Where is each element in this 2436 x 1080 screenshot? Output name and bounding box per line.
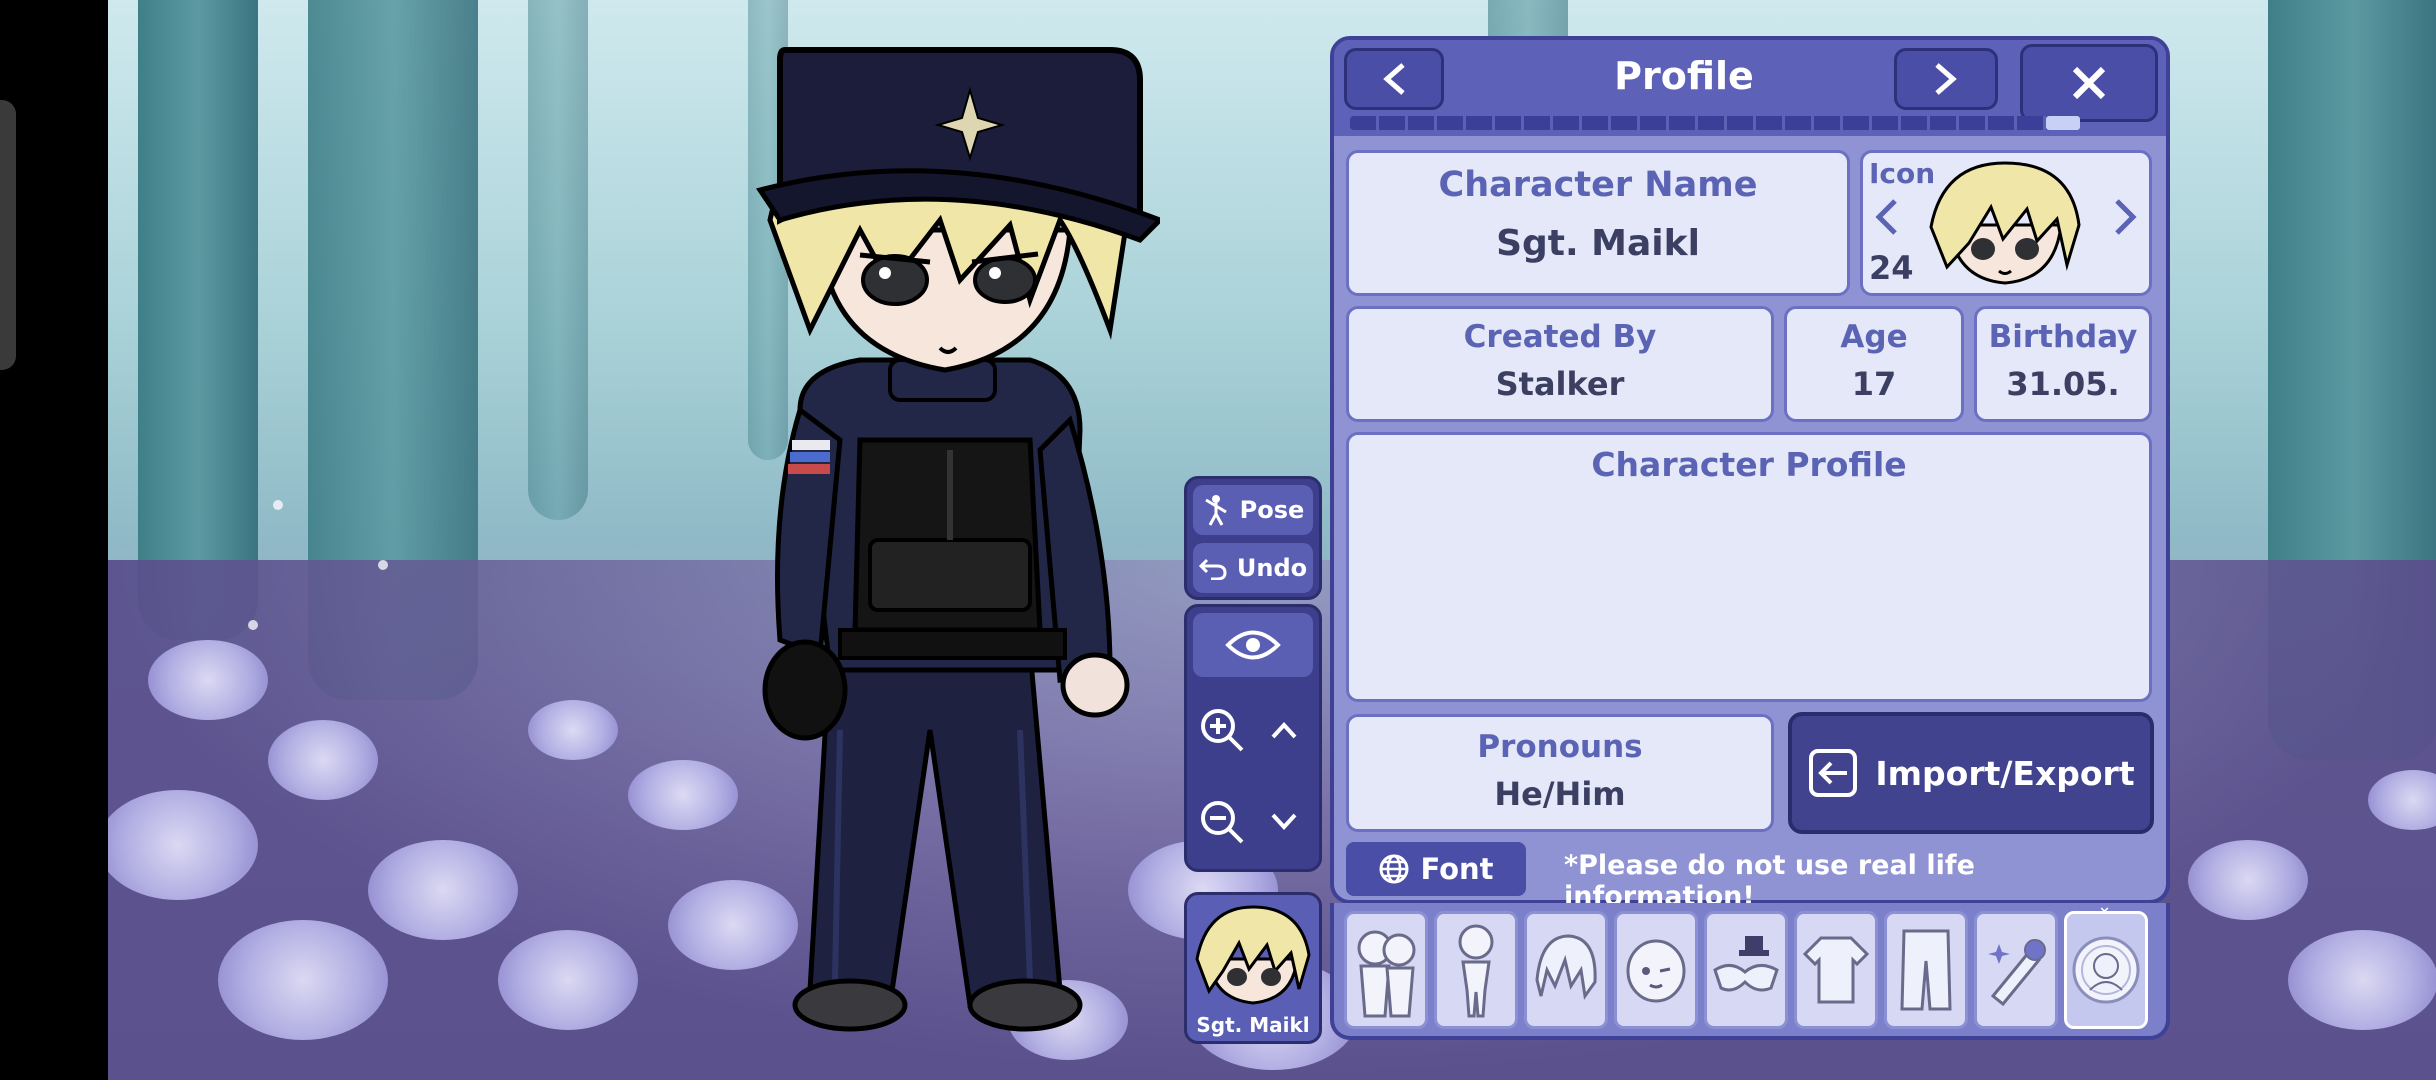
flower [2188,840,2308,920]
page-progress-bar [1350,116,2080,130]
tab-bottoms[interactable] [1884,911,1968,1029]
pronouns-label: Pronouns [1477,729,1643,765]
sparkle [273,500,283,510]
tree-trunk [528,0,588,520]
character-name-field[interactable]: Character Name Sgt. Maikl [1346,150,1850,296]
flower [2288,930,2436,1030]
face-icon [1626,939,1686,1003]
pronouns-value: He/Him [1494,775,1626,813]
profile-icon [2072,936,2140,1004]
globe-icon [1379,854,1409,884]
props-icon [1988,939,2046,1007]
flower [528,700,618,760]
icon-number: 24 [1869,249,1914,287]
created-by-field[interactable]: Created By Stalker [1346,306,1774,422]
icon-prev-button[interactable] [1871,197,1901,241]
sparkle [248,620,258,630]
character-chip-avatar [1195,905,1311,1005]
sparkle [378,560,388,570]
birthday-value: 31.05. [2006,365,2120,403]
birthday-label: Birthday [1988,319,2138,355]
import-export-icon [1809,749,1858,797]
zoom-in-button[interactable] [1193,687,1251,773]
screen-notch [0,100,16,370]
character-icon-avatar [1929,161,2081,285]
chevron-left-icon [1383,63,1405,95]
eye-icon [1225,630,1281,660]
bottom-clothing-icon [1900,929,1952,1011]
chevron-down-icon [1271,813,1297,830]
move-up-button[interactable] [1255,687,1313,773]
chevron-left-icon [1875,199,1897,235]
icon-next-button[interactable] [2111,197,2141,241]
category-tab-bar: ⌄ [1330,896,2170,1040]
tab-accessories[interactable] [1704,911,1788,1029]
undo-button[interactable]: Undo [1193,543,1313,593]
page-progress-indicator [2046,116,2080,130]
tab-characters[interactable] [1344,911,1428,1029]
tab-tops[interactable] [1794,911,1878,1029]
pose-undo-panel: Pose Undo [1184,476,1322,600]
flower [148,640,268,720]
selected-tab-indicator: ⌄ [2097,896,2113,917]
zoom-out-icon [1201,801,1244,844]
tab-hair[interactable] [1524,911,1608,1029]
created-by-label: Created By [1463,319,1657,355]
undo-icon [1198,558,1227,580]
next-page-button[interactable] [1894,48,1998,110]
group-characters-icon [1357,930,1416,1018]
flower [498,930,638,1030]
undo-label: Undo [1236,554,1308,582]
age-field[interactable]: Age 17 [1784,306,1964,422]
flower [628,760,738,830]
accessories-icon [1713,936,1779,992]
visibility-toggle-button[interactable] [1193,613,1313,677]
tab-body[interactable] [1434,911,1518,1029]
birthday-field[interactable]: Birthday 31.05. [1974,306,2152,422]
profile-header: Profile [1334,40,2166,136]
previous-page-button[interactable] [1344,48,1444,110]
tab-props[interactable] [1974,911,2058,1029]
tree-trunk [138,0,258,640]
character-name-value: Sgt. Maikl [1496,223,1700,264]
camera-control-panel [1184,604,1322,872]
import-export-button[interactable]: Import/Export [1788,712,2154,834]
font-label: Font [1420,852,1494,886]
screen-bezel [0,0,108,1080]
page-title: Profile [1614,54,1754,98]
body-icon [1458,924,1494,1018]
age-value: 17 [1851,365,1897,403]
hair-icon [1535,934,1597,1000]
character-profile-label: Character Profile [1591,445,1907,484]
profile-panel: Profile Character Name Sgt. Maikl Icon 2… [1330,36,2170,912]
tab-profile[interactable]: ⌄ [2064,896,2148,1029]
icon-selector: Icon 24 [1860,150,2152,296]
chevron-up-icon [1271,722,1297,739]
font-button[interactable]: Font [1346,842,1526,896]
created-by-value: Stalker [1495,365,1625,403]
flower [218,920,388,1040]
pose-button[interactable]: Pose [1193,485,1313,535]
close-icon [2072,66,2106,100]
flower [268,720,378,800]
chevron-right-icon [1935,63,1957,95]
flower [368,840,518,940]
import-export-label: Import/Export [1875,753,2135,793]
zoom-out-button[interactable] [1193,779,1251,865]
pose-label: Pose [1239,496,1305,524]
zoom-in-icon [1201,709,1244,752]
character-chip-label: Sgt. Maikl [1196,1013,1310,1037]
age-label: Age [1840,319,1908,355]
tab-face[interactable] [1614,911,1698,1029]
close-button[interactable] [2020,44,2158,122]
top-clothing-icon [1802,936,1870,1004]
character-name-label: Character Name [1438,165,1758,205]
chevron-right-icon [2115,199,2137,235]
move-down-button[interactable] [1255,779,1313,865]
character-profile-field[interactable]: Character Profile [1346,432,2152,702]
character-chip[interactable]: Sgt. Maikl [1184,892,1322,1044]
pose-icon [1204,495,1227,526]
pronouns-field[interactable]: Pronouns He/Him [1346,714,1774,832]
character-sgt-maikl[interactable] [740,30,1160,1040]
